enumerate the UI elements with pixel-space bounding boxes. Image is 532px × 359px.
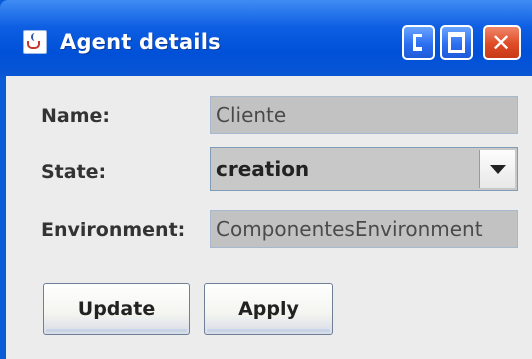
state-label: State: xyxy=(41,161,107,183)
close-icon: ✕ xyxy=(491,29,512,57)
maximize-button[interactable] xyxy=(440,25,473,60)
name-field: Cliente xyxy=(210,96,518,134)
agent-details-window: Agent details ✕ Name: Cliente State: cre… xyxy=(0,0,532,359)
minimize-button[interactable] xyxy=(402,25,435,60)
maximize-icon xyxy=(448,32,465,53)
apply-button[interactable]: Apply xyxy=(204,283,333,335)
environment-label: Environment: xyxy=(41,219,186,241)
state-selected-value: creation xyxy=(216,157,310,181)
minimize-icon xyxy=(413,34,422,51)
state-dropdown[interactable]: creation xyxy=(210,147,518,191)
name-label: Name: xyxy=(41,105,111,127)
environment-field: ComponentesEnvironment xyxy=(210,210,518,248)
close-button[interactable]: ✕ xyxy=(483,25,521,60)
update-button[interactable]: Update xyxy=(43,283,190,335)
dropdown-arrow-button[interactable] xyxy=(479,150,515,188)
chevron-down-icon xyxy=(490,165,506,174)
window-title: Agent details xyxy=(60,30,221,54)
java-cup-icon[interactable] xyxy=(23,30,47,54)
agent-details-panel: Name: Cliente State: creation Environmen… xyxy=(6,76,532,359)
title-bar[interactable]: Agent details ✕ xyxy=(0,0,532,76)
